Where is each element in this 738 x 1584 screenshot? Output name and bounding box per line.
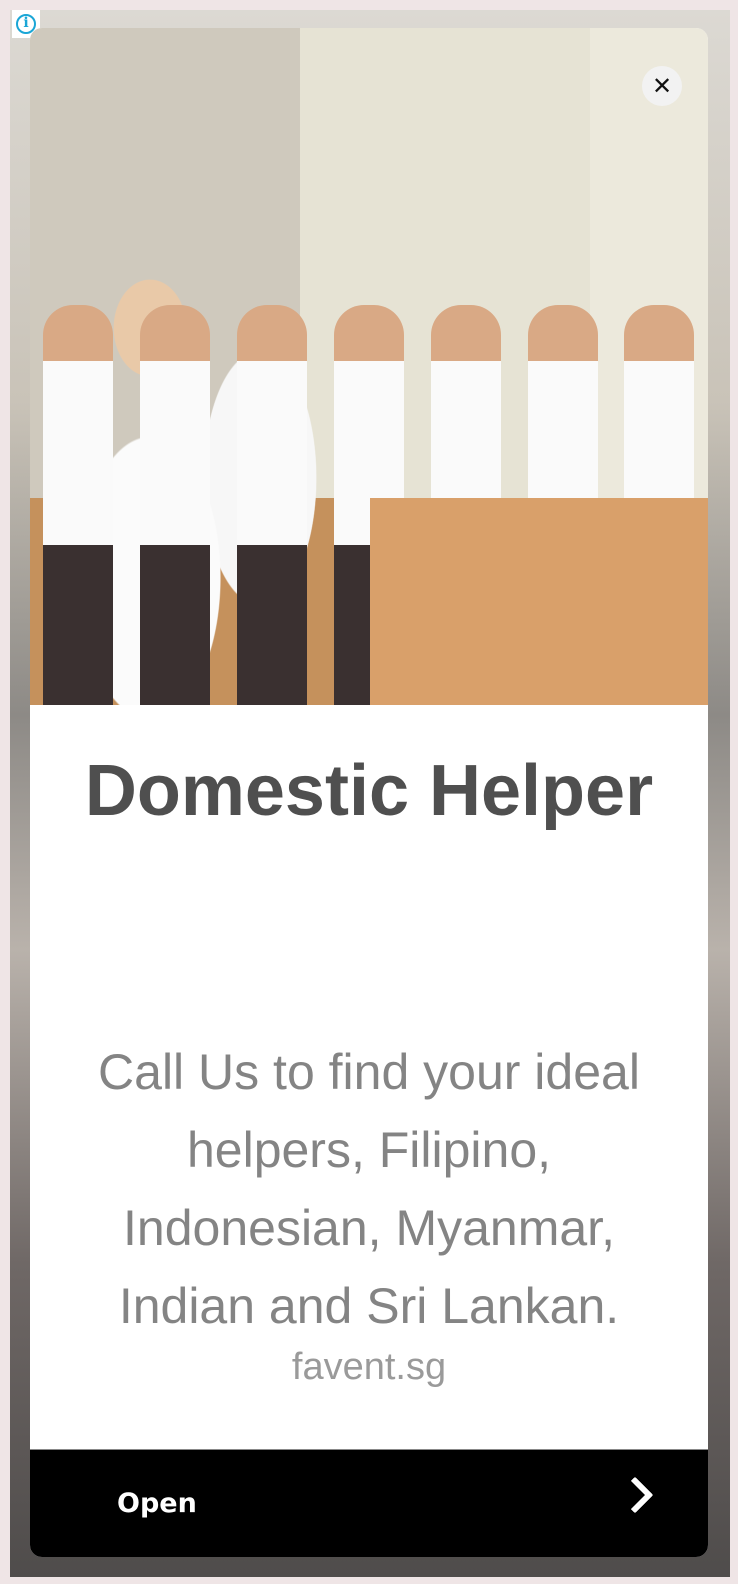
- ad-card[interactable]: ✕ Domestic Helper Call Us to find your i…: [30, 28, 708, 1557]
- person: [237, 305, 308, 705]
- ad-photo: [30, 28, 708, 705]
- close-icon: ✕: [651, 72, 673, 100]
- ad-title: Domestic Helper: [84, 751, 654, 831]
- chevron-right-icon: [616, 1476, 654, 1514]
- person: [43, 305, 114, 705]
- open-label: Open: [117, 1488, 197, 1519]
- ad-domain: favent.sg: [291, 1346, 447, 1388]
- close-button[interactable]: ✕: [642, 66, 682, 106]
- person: [140, 305, 211, 705]
- open-button[interactable]: Open: [30, 1449, 708, 1557]
- ad-description: Call Us to find your ideal helpers, Fili…: [98, 1044, 640, 1334]
- training-table: [370, 498, 708, 705]
